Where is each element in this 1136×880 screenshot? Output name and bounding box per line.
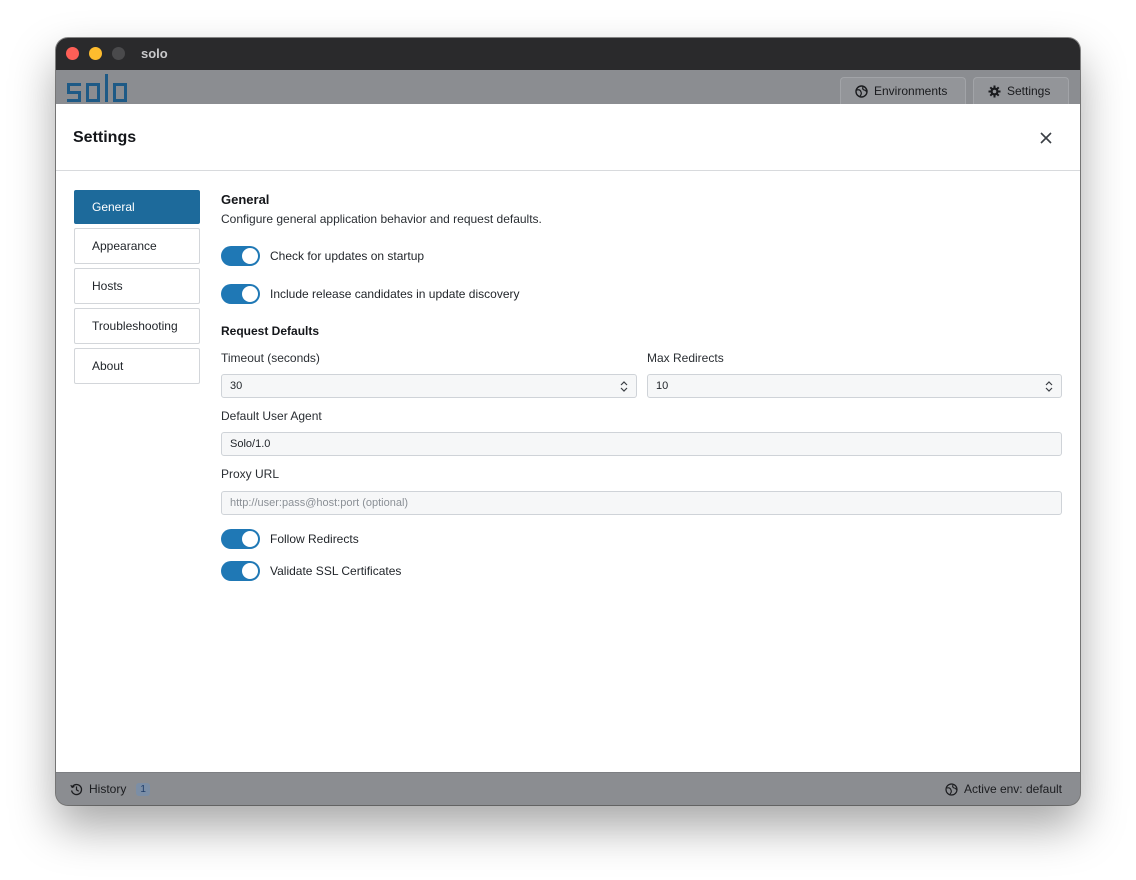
max-redirects-value: 10 bbox=[656, 380, 669, 392]
settings-button[interactable]: Settings bbox=[973, 77, 1069, 104]
timeout-value: 30 bbox=[230, 380, 243, 392]
toggle-knob bbox=[242, 531, 258, 547]
max-redirects-label: Max Redirects bbox=[647, 351, 724, 365]
validate-ssl-row: Validate SSL Certificates bbox=[221, 561, 401, 581]
stepper-icon[interactable] bbox=[1045, 380, 1053, 393]
user-agent-input[interactable]: Solo/1.0 bbox=[221, 432, 1062, 456]
toggle-knob bbox=[242, 563, 258, 579]
timeout-input[interactable]: 30 bbox=[221, 374, 637, 398]
solo-logo bbox=[66, 73, 141, 104]
nav-item-label: About bbox=[92, 359, 124, 373]
check-updates-label: Check for updates on startup bbox=[270, 249, 425, 263]
check-updates-toggle[interactable] bbox=[221, 246, 260, 266]
stepper-icon[interactable] bbox=[620, 380, 628, 393]
release-candidates-label: Include release candidates in update dis… bbox=[270, 287, 520, 301]
proxy-url-input[interactable]: http://user:pass@host:port (optional) bbox=[221, 491, 1062, 515]
history-label: History bbox=[89, 782, 127, 796]
nav-item-label: Troubleshooting bbox=[92, 319, 178, 333]
nav-item-about[interactable]: About bbox=[74, 348, 200, 384]
window-minimize-button[interactable] bbox=[89, 47, 102, 60]
close-button[interactable] bbox=[1036, 128, 1056, 148]
history-count-badge: 1 bbox=[136, 782, 150, 796]
nav-item-general[interactable]: General bbox=[74, 190, 200, 224]
section-title: General bbox=[221, 192, 270, 207]
check-updates-row: Check for updates on startup bbox=[221, 246, 424, 266]
settings-modal: Settings General Appearance Hosts Troubl… bbox=[56, 104, 1080, 772]
app-window: solo Environments Settings Settings Gene… bbox=[56, 38, 1080, 805]
title-bar: solo bbox=[56, 38, 1080, 70]
history-button[interactable]: History 1 bbox=[70, 782, 150, 796]
modal-title: Settings bbox=[73, 129, 137, 146]
toggle-knob bbox=[242, 286, 258, 302]
gear-icon bbox=[988, 85, 1001, 98]
settings-button-label: Settings bbox=[1007, 84, 1051, 98]
proxy-url-label: Proxy URL bbox=[221, 467, 280, 481]
nav-item-label: Appearance bbox=[92, 239, 157, 253]
toggle-knob bbox=[242, 248, 258, 264]
active-env-indicator[interactable]: Active env: default bbox=[945, 782, 1062, 796]
proxy-url-placeholder: http://user:pass@host:port (optional) bbox=[230, 497, 409, 509]
section-description: Configure general application behavior a… bbox=[221, 212, 542, 226]
follow-redirects-row: Follow Redirects bbox=[221, 529, 359, 549]
request-defaults-title: Request Defaults bbox=[221, 324, 320, 338]
user-agent-label: Default User Agent bbox=[221, 409, 322, 423]
active-env-label: Active env: default bbox=[963, 782, 1062, 796]
history-icon bbox=[70, 783, 83, 795]
nav-item-label: Hosts bbox=[92, 279, 123, 293]
release-candidates-row: Include release candidates in update dis… bbox=[221, 284, 520, 304]
app-header: Environments Settings bbox=[56, 70, 1080, 104]
nav-item-label: General bbox=[92, 200, 135, 214]
follow-redirects-label: Follow Redirects bbox=[270, 532, 359, 546]
globe-icon bbox=[855, 84, 868, 98]
close-icon bbox=[1040, 132, 1052, 144]
nav-item-appearance[interactable]: Appearance bbox=[74, 228, 200, 264]
nav-item-troubleshooting[interactable]: Troubleshooting bbox=[74, 308, 200, 344]
user-agent-value: Solo/1.0 bbox=[230, 438, 271, 450]
environments-button[interactable]: Environments bbox=[840, 77, 966, 104]
validate-ssl-label: Validate SSL Certificates bbox=[270, 564, 402, 578]
window-close-button[interactable] bbox=[66, 47, 79, 60]
status-bar: History 1 Active env: default bbox=[56, 772, 1080, 805]
window-title: solo bbox=[141, 46, 168, 61]
globe-icon bbox=[945, 782, 958, 796]
follow-redirects-toggle[interactable] bbox=[221, 529, 260, 549]
validate-ssl-toggle[interactable] bbox=[221, 561, 260, 581]
modal-header: Settings bbox=[56, 104, 1080, 171]
nav-item-hosts[interactable]: Hosts bbox=[74, 268, 200, 304]
window-maximize-button[interactable] bbox=[112, 47, 125, 60]
timeout-label: Timeout (seconds) bbox=[221, 351, 320, 365]
release-candidates-toggle[interactable] bbox=[221, 284, 260, 304]
environments-button-label: Environments bbox=[874, 84, 948, 98]
max-redirects-input[interactable]: 10 bbox=[647, 374, 1062, 398]
